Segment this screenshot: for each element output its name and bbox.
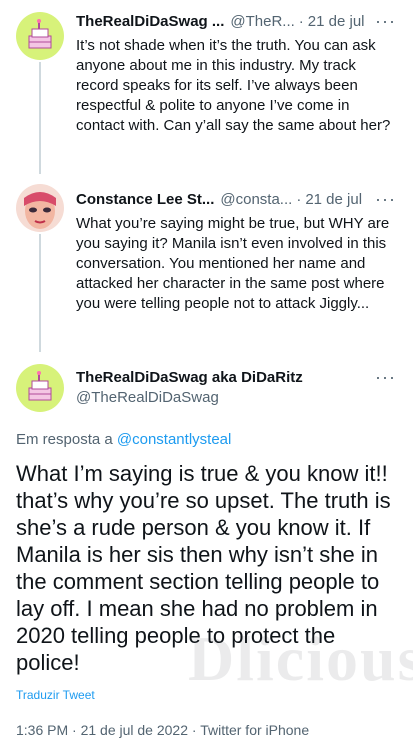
tweet-text: It’s not shade when it’s the truth. You … xyxy=(76,37,391,134)
reply-handle-link[interactable]: @constantlysteal xyxy=(117,431,231,448)
watermark-logo: Dlicious xyxy=(188,622,413,696)
tweet-date[interactable]: 21 de jul xyxy=(308,12,365,32)
tweet-header: TheRealDiDaSwag ... @TheR... · 21 de jul xyxy=(76,12,383,32)
author-handle[interactable]: @TheRealDiDaSwag xyxy=(76,388,219,408)
author-handle[interactable]: @consta... xyxy=(220,190,292,210)
author-name[interactable]: TheRealDiDaSwag ... xyxy=(76,12,224,32)
tweet-meta: 1:36 PM · 21 de jul de 2022 · Twitter fo… xyxy=(16,722,310,738)
avatar[interactable] xyxy=(16,184,64,232)
more-icon[interactable]: ··· xyxy=(375,12,395,34)
avatar[interactable] xyxy=(16,12,64,60)
thread-connector xyxy=(39,234,41,352)
separator-dot: · xyxy=(296,191,302,208)
author-name[interactable]: TheRealDiDaSwag aka DiDaRitz xyxy=(76,368,303,388)
avatar[interactable] xyxy=(16,364,64,412)
drag-avatar-icon xyxy=(16,184,64,232)
author-handle[interactable]: @TheR... xyxy=(230,12,294,32)
more-icon[interactable]: ··· xyxy=(375,368,395,390)
cake-avatar-icon xyxy=(16,364,64,412)
thread-connector xyxy=(39,62,41,174)
tweet-text: What you’re saying might be true, but WH… xyxy=(76,215,390,312)
more-icon[interactable]: ··· xyxy=(375,190,395,212)
reply-prefix: Em resposta a xyxy=(16,431,117,448)
separator-dot: · xyxy=(298,13,304,30)
watermark-text: Dlicious xyxy=(188,623,413,694)
tweet-date[interactable]: 21 de jul xyxy=(305,190,362,210)
reply-context: Em resposta a @constantlysteal xyxy=(16,430,231,450)
translate-tweet-link[interactable]: Traduzir Tweet xyxy=(16,688,95,702)
cake-avatar-icon xyxy=(16,12,64,60)
tweet-header: Constance Lee St... @consta... · 21 de j… xyxy=(76,190,383,210)
author-name[interactable]: Constance Lee St... xyxy=(76,190,214,210)
